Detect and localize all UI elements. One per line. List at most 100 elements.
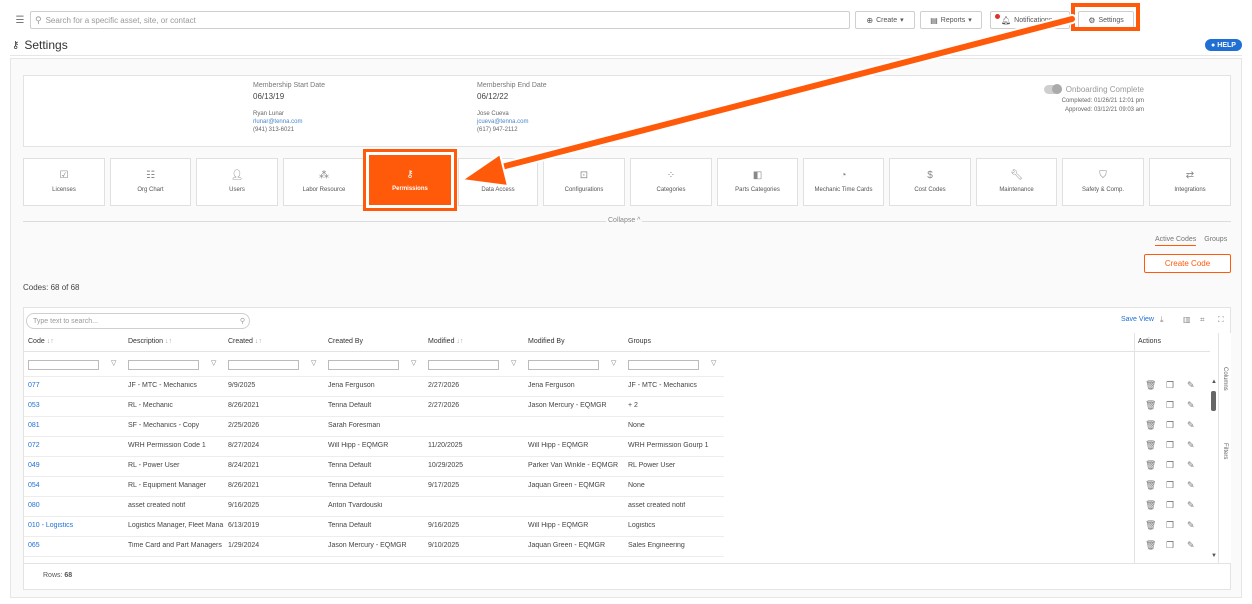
tile-maintenance[interactable]: 🔧︎ Maintenance bbox=[976, 158, 1057, 206]
copy-icon[interactable]: ❐ bbox=[1166, 440, 1174, 451]
end-contact-email[interactable]: jcueva@tenna.com bbox=[477, 119, 547, 125]
scrollbar-thumb[interactable] bbox=[1211, 391, 1216, 411]
start-contact-email[interactable]: rlunar@tenna.com bbox=[253, 119, 325, 125]
trash-icon[interactable]: 🗑︎ bbox=[1145, 440, 1156, 451]
table-cell: Tenna Default bbox=[328, 462, 372, 469]
download-icon[interactable]: ⤓ bbox=[1160, 315, 1164, 325]
collapse-button[interactable]: Collapse ^ bbox=[606, 217, 643, 224]
col-created-by[interactable]: Created By bbox=[328, 338, 363, 345]
filter-modified-by-input[interactable] bbox=[528, 360, 599, 370]
create-code-button[interactable]: Create Code bbox=[1144, 254, 1231, 273]
copy-icon[interactable]: ❐ bbox=[1166, 540, 1174, 551]
tile-categories[interactable]: ⁘ Categories bbox=[630, 158, 712, 206]
tile-users[interactable]: 👤︎ Users bbox=[196, 158, 278, 206]
tile-licenses[interactable]: ☑ Licenses bbox=[23, 158, 105, 206]
tile-labor-resource[interactable]: ⁂ Labor Resource bbox=[283, 158, 365, 206]
columns-tab[interactable]: Columns bbox=[1222, 367, 1228, 391]
columns-icon[interactable]: ▥ bbox=[1183, 315, 1191, 324]
code-link[interactable]: 010 - Logistics bbox=[28, 522, 124, 529]
tile-org-chart[interactable]: ☷ Org Chart bbox=[110, 158, 191, 206]
code-link[interactable]: 081 bbox=[28, 422, 124, 429]
filter-code-input[interactable] bbox=[28, 360, 99, 370]
copy-icon[interactable]: ❐ bbox=[1166, 460, 1174, 471]
pencil-icon[interactable]: ✎ bbox=[1187, 500, 1195, 511]
tile-permissions[interactable]: ⚷ Permissions bbox=[363, 149, 457, 211]
code-link[interactable]: 072 bbox=[28, 442, 124, 449]
filter-description-input[interactable] bbox=[128, 360, 199, 370]
trash-icon[interactable]: 🗑︎ bbox=[1145, 540, 1156, 551]
trash-icon[interactable]: 🗑︎ bbox=[1145, 520, 1156, 531]
funnel-icon[interactable]: ▽ bbox=[611, 359, 616, 367]
filters-tab[interactable]: Filters bbox=[1222, 443, 1228, 459]
row-divider bbox=[24, 496, 724, 497]
settings-highlight bbox=[1071, 3, 1140, 31]
config-icon: ⊡ bbox=[579, 170, 589, 181]
global-search-input[interactable]: ⚲ Search for a specific asset, site, or … bbox=[30, 11, 850, 29]
save-view-button[interactable]: Save View bbox=[1121, 316, 1154, 323]
tab-groups[interactable]: Groups bbox=[1204, 236, 1227, 246]
table-cell: 2/27/2026 bbox=[428, 402, 460, 409]
tile-safety-comp[interactable]: ⛉ Safety & Comp. bbox=[1062, 158, 1144, 206]
pencil-icon[interactable]: ✎ bbox=[1187, 460, 1195, 471]
trash-icon[interactable]: 🗑︎ bbox=[1145, 420, 1156, 431]
help-button[interactable]: ● HELP bbox=[1205, 39, 1242, 51]
filter-modified-input[interactable] bbox=[428, 360, 499, 370]
tile-parts-categories[interactable]: ◧ Parts Categories bbox=[717, 158, 798, 206]
code-link[interactable]: 077 bbox=[28, 382, 124, 389]
copy-icon[interactable]: ❐ bbox=[1166, 480, 1174, 491]
tile-integrations[interactable]: ⇄ Integrations bbox=[1149, 158, 1231, 206]
funnel-icon[interactable]: ▽ bbox=[211, 359, 216, 367]
col-groups[interactable]: Groups bbox=[628, 338, 651, 345]
scroll-up-icon[interactable]: ▲ bbox=[1211, 379, 1217, 385]
table-search-input[interactable]: Type text to search... ⚲ bbox=[26, 313, 250, 329]
onboarding-toggle[interactable] bbox=[1043, 84, 1062, 94]
pencil-icon[interactable]: ✎ bbox=[1187, 520, 1195, 531]
trash-icon[interactable]: 🗑︎ bbox=[1145, 460, 1156, 471]
col-modified[interactable]: Modified ↓↑ bbox=[428, 338, 463, 345]
col-code[interactable]: Code ↓↑ bbox=[28, 338, 54, 345]
filter-created-input[interactable] bbox=[228, 360, 299, 370]
col-description[interactable]: Description ↓↑ bbox=[128, 338, 172, 345]
pencil-icon[interactable]: ✎ bbox=[1187, 540, 1195, 551]
tile-configurations[interactable]: ⊡ Configurations bbox=[543, 158, 625, 206]
funnel-icon[interactable]: ▽ bbox=[311, 359, 316, 367]
copy-icon[interactable]: ❐ bbox=[1166, 520, 1174, 531]
col-modified-by[interactable]: Modified By bbox=[528, 338, 565, 345]
trash-icon[interactable]: 🗑︎ bbox=[1145, 400, 1156, 411]
trash-icon[interactable]: 🗑︎ bbox=[1145, 380, 1156, 391]
code-link[interactable]: 049 bbox=[28, 462, 124, 469]
pencil-icon[interactable]: ✎ bbox=[1187, 400, 1195, 411]
copy-icon[interactable]: ❐ bbox=[1166, 420, 1174, 431]
funnel-icon[interactable]: ▽ bbox=[711, 359, 716, 367]
notifications-button[interactable]: 🔔︎ Notifications bbox=[990, 11, 1070, 29]
tab-active-codes[interactable]: Active Codes bbox=[1155, 236, 1197, 246]
reports-button[interactable]: ▤ Reports ▾ bbox=[920, 11, 982, 29]
trash-icon[interactable]: 🗑︎ bbox=[1145, 500, 1156, 511]
copy-icon[interactable]: ❐ bbox=[1166, 380, 1174, 391]
code-link[interactable]: 053 bbox=[28, 402, 124, 409]
code-link[interactable]: 054 bbox=[28, 482, 124, 489]
tile-cost-codes[interactable]: $ Cost Codes bbox=[889, 158, 971, 206]
fit-icon[interactable]: ⌗ bbox=[1200, 315, 1205, 325]
pencil-icon[interactable]: ✎ bbox=[1187, 420, 1195, 431]
fullscreen-icon[interactable]: ⛶ bbox=[1218, 315, 1224, 325]
code-link[interactable]: 065 bbox=[28, 542, 124, 549]
code-link[interactable]: 080 bbox=[28, 502, 124, 509]
menu-icon[interactable]: ☰ bbox=[12, 12, 28, 28]
pencil-icon[interactable]: ✎ bbox=[1187, 380, 1195, 391]
col-created[interactable]: Created ↓↑ bbox=[228, 338, 262, 345]
filter-created-by-input[interactable] bbox=[328, 360, 399, 370]
tile-data-access[interactable]: ▣ Data Access bbox=[458, 158, 538, 206]
funnel-icon[interactable]: ▽ bbox=[111, 359, 116, 367]
filter-groups-input[interactable] bbox=[628, 360, 699, 370]
scroll-down-icon[interactable]: ▼ bbox=[1211, 553, 1217, 559]
trash-icon[interactable]: 🗑︎ bbox=[1145, 480, 1156, 491]
copy-icon[interactable]: ❐ bbox=[1166, 500, 1174, 511]
create-button[interactable]: ⊕ Create ▾ bbox=[855, 11, 915, 29]
funnel-icon[interactable]: ▽ bbox=[411, 359, 416, 367]
tile-mechanic-time-cards[interactable]: ◔ Mechanic Time Cards bbox=[803, 158, 884, 206]
pencil-icon[interactable]: ✎ bbox=[1187, 480, 1195, 491]
funnel-icon[interactable]: ▽ bbox=[511, 359, 516, 367]
copy-icon[interactable]: ❐ bbox=[1166, 400, 1174, 411]
pencil-icon[interactable]: ✎ bbox=[1187, 440, 1195, 451]
